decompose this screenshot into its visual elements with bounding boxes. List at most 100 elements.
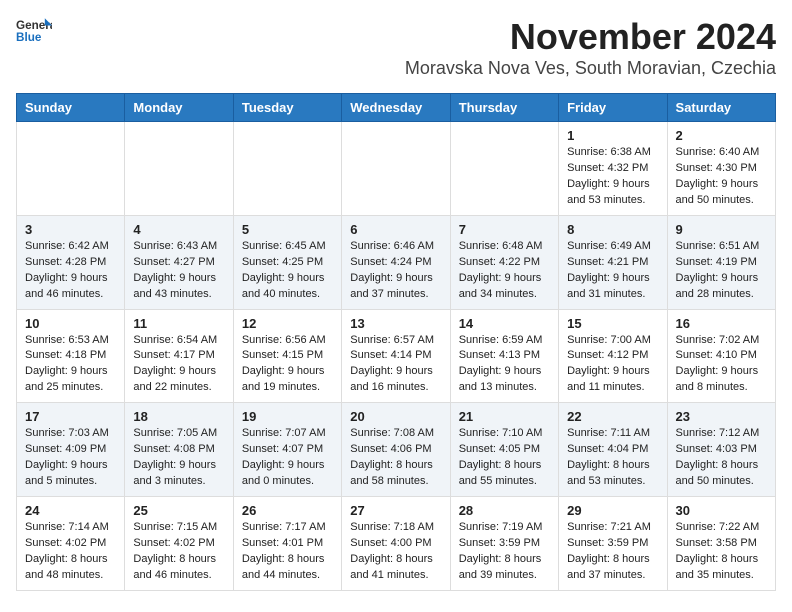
calendar-week-2: 3 Sunrise: 6:42 AMSunset: 4:28 PMDaylight… — [17, 215, 776, 309]
day-number: 5 — [242, 222, 333, 237]
calendar-cell — [17, 122, 125, 216]
day-number: 13 — [350, 316, 441, 331]
svg-text:Blue: Blue — [16, 31, 42, 44]
calendar-cell: 6 Sunrise: 6:46 AMSunset: 4:24 PMDaylight… — [342, 215, 450, 309]
day-number: 29 — [567, 503, 658, 518]
calendar-cell: 17Sunrise: 7:03 AMSunset: 4:09 PMDayligh… — [17, 403, 125, 497]
calendar-cell: 9 Sunrise: 6:51 AMSunset: 4:19 PMDaylight… — [667, 215, 775, 309]
calendar-cell: 13 Sunrise: 6:57 AMSunset: 4:14 PMDayligh… — [342, 309, 450, 403]
day-info: Sunrise: 6:49 AMSunset: 4:21 PMDaylight:… — [567, 239, 658, 303]
day-info: Sunrise: 7:02 AMSunset: 4:10 PMDaylight:… — [676, 333, 767, 397]
calendar-cell: 14Sunrise: 6:59 AMSunset: 4:13 PMDayligh… — [450, 309, 558, 403]
calendar-cell: 25 Sunrise: 7:15 AMSunset: 4:02 PMDayligh… — [125, 497, 233, 591]
calendar-cell — [125, 122, 233, 216]
day-header-saturday: Saturday — [667, 94, 775, 122]
day-number: 7 — [459, 222, 550, 237]
calendar-cell: 5 Sunrise: 6:45 AMSunset: 4:25 PMDaylight… — [233, 215, 341, 309]
calendar-cell: 11Sunrise: 6:54 AMSunset: 4:17 PMDayligh… — [125, 309, 233, 403]
calendar-cell: 3 Sunrise: 6:42 AMSunset: 4:28 PMDaylight… — [17, 215, 125, 309]
title-block: November 2024 Moravska Nova Ves, South M… — [405, 16, 776, 89]
day-number: 21 — [459, 409, 550, 424]
day-number: 26 — [242, 503, 333, 518]
calendar-cell: 8 Sunrise: 6:49 AMSunset: 4:21 PMDaylight… — [559, 215, 667, 309]
calendar-cell: 1Sunrise: 6:38 AMSunset: 4:32 PMDaylight… — [559, 122, 667, 216]
logo-icon: General Blue — [16, 16, 52, 44]
day-info: Sunrise: 7:21 AMSunset: 3:59 PMDaylight:… — [567, 520, 658, 584]
day-number: 9 — [676, 222, 767, 237]
day-header-thursday: Thursday — [450, 94, 558, 122]
calendar-cell — [342, 122, 450, 216]
day-info: Sunrise: 6:46 AMSunset: 4:24 PMDaylight:… — [350, 239, 441, 303]
calendar-cell: 19 Sunrise: 7:07 AMSunset: 4:07 PMDayligh… — [233, 403, 341, 497]
day-number: 19 — [242, 409, 333, 424]
day-info: Sunrise: 7:18 AMSunset: 4:00 PMDaylight:… — [350, 520, 441, 584]
day-info: Sunrise: 6:40 AMSunset: 4:30 PMDaylight:… — [676, 145, 767, 209]
calendar-cell: 4 Sunrise: 6:43 AMSunset: 4:27 PMDaylight… — [125, 215, 233, 309]
calendar-cell: 29 Sunrise: 7:21 AMSunset: 3:59 PMDayligh… — [559, 497, 667, 591]
day-number: 25 — [133, 503, 224, 518]
day-info: Sunrise: 7:08 AMSunset: 4:06 PMDaylight:… — [350, 426, 441, 490]
day-info: Sunrise: 6:59 AMSunset: 4:13 PMDaylight:… — [459, 333, 550, 397]
day-header-monday: Monday — [125, 94, 233, 122]
calendar-cell: 16 Sunrise: 7:02 AMSunset: 4:10 PMDayligh… — [667, 309, 775, 403]
day-info: Sunrise: 6:56 AMSunset: 4:15 PMDaylight:… — [242, 333, 333, 397]
day-info: Sunrise: 6:57 AMSunset: 4:14 PMDaylight:… — [350, 333, 441, 397]
day-info: Sunrise: 7:10 AMSunset: 4:05 PMDaylight:… — [459, 426, 550, 490]
day-number: 15 — [567, 316, 658, 331]
day-info: Sunrise: 6:53 AMSunset: 4:18 PMDaylight:… — [25, 333, 116, 397]
day-info: Sunrise: 7:17 AMSunset: 4:01 PMDaylight:… — [242, 520, 333, 584]
calendar-body: 1Sunrise: 6:38 AMSunset: 4:32 PMDaylight… — [17, 122, 776, 591]
day-info: Sunrise: 7:07 AMSunset: 4:07 PMDaylight:… — [242, 426, 333, 490]
calendar-week-1: 1Sunrise: 6:38 AMSunset: 4:32 PMDaylight… — [17, 122, 776, 216]
day-info: Sunrise: 6:45 AMSunset: 4:25 PMDaylight:… — [242, 239, 333, 303]
day-number: 16 — [676, 316, 767, 331]
calendar-week-3: 10Sunrise: 6:53 AMSunset: 4:18 PMDayligh… — [17, 309, 776, 403]
day-number: 11 — [133, 316, 224, 331]
day-info: Sunrise: 7:14 AMSunset: 4:02 PMDaylight:… — [25, 520, 116, 584]
day-info: Sunrise: 7:19 AMSunset: 3:59 PMDaylight:… — [459, 520, 550, 584]
day-info: Sunrise: 7:12 AMSunset: 4:03 PMDaylight:… — [676, 426, 767, 490]
logo: General Blue — [16, 16, 54, 44]
calendar-cell: 21 Sunrise: 7:10 AMSunset: 4:05 PMDayligh… — [450, 403, 558, 497]
day-number: 18 — [133, 409, 224, 424]
calendar-cell: 24Sunrise: 7:14 AMSunset: 4:02 PMDayligh… — [17, 497, 125, 591]
month-title: November 2024 — [405, 16, 776, 58]
day-number: 12 — [242, 316, 333, 331]
calendar-cell: 10Sunrise: 6:53 AMSunset: 4:18 PMDayligh… — [17, 309, 125, 403]
day-info: Sunrise: 6:43 AMSunset: 4:27 PMDaylight:… — [133, 239, 224, 303]
day-info: Sunrise: 7:15 AMSunset: 4:02 PMDaylight:… — [133, 520, 224, 584]
calendar-cell: 23 Sunrise: 7:12 AMSunset: 4:03 PMDayligh… — [667, 403, 775, 497]
day-info: Sunrise: 7:22 AMSunset: 3:58 PMDaylight:… — [676, 520, 767, 584]
day-number: 20 — [350, 409, 441, 424]
day-number: 30 — [676, 503, 767, 518]
calendar-cell — [450, 122, 558, 216]
day-info: Sunrise: 6:42 AMSunset: 4:28 PMDaylight:… — [25, 239, 116, 303]
calendar-cell: 28 Sunrise: 7:19 AMSunset: 3:59 PMDayligh… — [450, 497, 558, 591]
day-info: Sunrise: 6:48 AMSunset: 4:22 PMDaylight:… — [459, 239, 550, 303]
day-info: Sunrise: 7:00 AMSunset: 4:12 PMDaylight:… — [567, 333, 658, 397]
calendar-week-4: 17Sunrise: 7:03 AMSunset: 4:09 PMDayligh… — [17, 403, 776, 497]
calendar-cell: 22Sunrise: 7:11 AMSunset: 4:04 PMDayligh… — [559, 403, 667, 497]
day-number: 8 — [567, 222, 658, 237]
page-header: General Blue November 2024 Moravska Nova… — [16, 16, 776, 89]
day-number: 2 — [676, 128, 767, 143]
day-number: 1 — [567, 128, 658, 143]
calendar-cell: 18Sunrise: 7:05 AMSunset: 4:08 PMDayligh… — [125, 403, 233, 497]
day-number: 4 — [133, 222, 224, 237]
calendar-cell: 26 Sunrise: 7:17 AMSunset: 4:01 PMDayligh… — [233, 497, 341, 591]
day-number: 22 — [567, 409, 658, 424]
day-number: 28 — [459, 503, 550, 518]
day-number: 23 — [676, 409, 767, 424]
calendar-cell: 20 Sunrise: 7:08 AMSunset: 4:06 PMDayligh… — [342, 403, 450, 497]
day-number: 27 — [350, 503, 441, 518]
calendar-cell: 12 Sunrise: 6:56 AMSunset: 4:15 PMDayligh… — [233, 309, 341, 403]
calendar-cell: 30 Sunrise: 7:22 AMSunset: 3:58 PMDayligh… — [667, 497, 775, 591]
day-info: Sunrise: 7:03 AMSunset: 4:09 PMDaylight:… — [25, 426, 116, 490]
calendar-cell: 27 Sunrise: 7:18 AMSunset: 4:00 PMDayligh… — [342, 497, 450, 591]
day-info: Sunrise: 6:51 AMSunset: 4:19 PMDaylight:… — [676, 239, 767, 303]
calendar-table: SundayMondayTuesdayWednesdayThursdayFrid… — [16, 93, 776, 591]
calendar-cell: 15 Sunrise: 7:00 AMSunset: 4:12 PMDayligh… — [559, 309, 667, 403]
day-number: 3 — [25, 222, 116, 237]
day-header-wednesday: Wednesday — [342, 94, 450, 122]
day-number: 6 — [350, 222, 441, 237]
